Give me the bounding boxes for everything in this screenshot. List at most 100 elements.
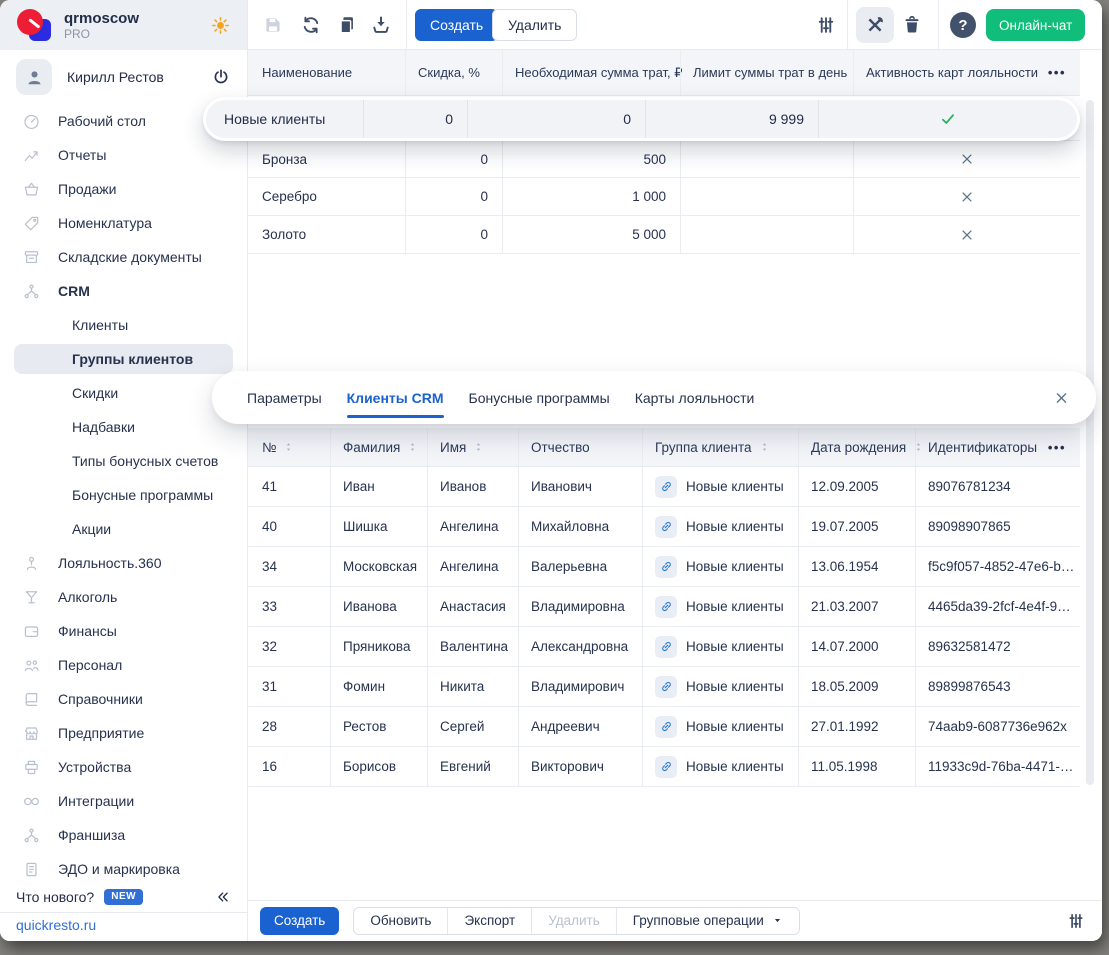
tab-0[interactable]: Параметры	[247, 371, 322, 424]
client-cell-lastname: Иван	[330, 467, 427, 506]
group-row[interactable]: Золото05 000	[248, 216, 1080, 254]
delete-group-button[interactable]: Удалить	[492, 9, 577, 41]
download-icon[interactable]	[370, 14, 392, 36]
logout-icon[interactable]	[211, 67, 231, 87]
groups-column-header[interactable]: Наименование	[248, 50, 405, 95]
group-link-button[interactable]	[655, 756, 677, 778]
client-row[interactable]: 28РестовСергейАндреевичНовые клиенты27.0…	[248, 707, 1080, 747]
sidebar-item-8[interactable]: Скидки	[0, 376, 247, 410]
client-cell-num: 16	[248, 747, 330, 786]
collapse-sidebar-icon[interactable]	[215, 889, 231, 905]
client-cell-firstname: Иванов	[427, 467, 518, 506]
group-link-button[interactable]	[655, 676, 677, 698]
client-row[interactable]: 33ИвановаАнастасияВладимировнаНовые клие…	[248, 587, 1080, 627]
group-row[interactable]: Серебро01 000	[248, 178, 1080, 216]
sidebar-item-12[interactable]: Акции	[0, 512, 247, 546]
clients-column-header[interactable]: Отчество	[518, 428, 642, 466]
selected-group-row[interactable]: Новые клиенты009 999	[203, 97, 1080, 141]
copy-icon[interactable]	[336, 14, 358, 36]
detail-tabbar: Параметры Клиенты CRM Бонусные программы Ка…	[212, 371, 1096, 424]
scrollbar-thumb[interactable]	[1086, 100, 1094, 785]
client-row[interactable]: 16БорисовЕвгенийВикторовичНовые клиенты1…	[248, 747, 1080, 787]
sidebar-item-17[interactable]: Справочники	[0, 682, 247, 716]
clients-column-header[interactable]: Фамилия	[330, 428, 427, 466]
client-row[interactable]: 34МосковскаяАнгелинаВалерьевнаНовые клие…	[248, 547, 1080, 587]
client-cell-value: 12.09.2005	[811, 479, 879, 494]
group-cell: Бронза	[248, 141, 405, 177]
clients-column-header[interactable]: №	[248, 428, 330, 466]
sidebar-item-20[interactable]: Интеграции	[0, 784, 247, 818]
clients-column-header[interactable]: Дата рождения	[798, 428, 915, 466]
sidebar-item-7[interactable]: Группы клиентов	[0, 342, 247, 376]
export-button[interactable]: Экспорт	[447, 908, 531, 934]
sidebar-item-3[interactable]: Номенклатура	[0, 206, 247, 240]
sidebar-item-14[interactable]: Алкоголь	[0, 580, 247, 614]
tab-2[interactable]: Бонусные программы	[469, 371, 610, 424]
sidebar-item-10[interactable]: Типы бонусных счетов	[0, 444, 247, 478]
sidebar-item-11[interactable]: Бонусные программы	[0, 478, 247, 512]
client-cell-lastname: Иванова	[330, 587, 427, 626]
sidebar-item-19[interactable]: Устройства	[0, 750, 247, 784]
sidebar-item-13[interactable]: Лояльность.360	[0, 546, 247, 580]
display-settings-icon[interactable]	[815, 14, 837, 36]
refresh-button[interactable]: Обновить	[354, 908, 447, 934]
client-row[interactable]: 31ФоминНикитаВладимировичНовые клиенты18…	[248, 667, 1080, 707]
groups-column-header[interactable]: Активность карт лояльности•••	[853, 50, 1080, 95]
create-client-button[interactable]: Создать	[260, 907, 339, 935]
top-toolbar: Создать Удалить ? Онлайн-чат	[248, 0, 1102, 50]
sidebar-item-2[interactable]: Продажи	[0, 172, 247, 206]
site-link[interactable]: quickresto.ru	[16, 917, 96, 933]
franchise-icon	[22, 826, 41, 845]
group-link-button[interactable]	[655, 556, 677, 578]
close-panel-icon[interactable]	[1053, 389, 1070, 406]
group-cell	[853, 178, 1080, 215]
column-settings-button[interactable]: •••	[1040, 440, 1066, 455]
clients-column-header[interactable]: Имя	[427, 428, 518, 466]
column-label: Наименование	[262, 65, 352, 80]
tools-button[interactable]	[856, 7, 894, 43]
group-link-button[interactable]	[655, 636, 677, 658]
group-link-button[interactable]	[655, 516, 677, 538]
theme-toggle-icon[interactable]	[210, 15, 231, 36]
help-button[interactable]: ?	[950, 12, 976, 38]
client-row[interactable]: 40ШишкаАнгелинаМихайловнаНовые клиенты19…	[248, 507, 1080, 547]
group-row[interactable]: Бронза0500	[248, 140, 1080, 178]
groups-column-header[interactable]: Скидка, %	[405, 50, 502, 95]
sidebar-item-21[interactable]: Франшиза	[0, 818, 247, 852]
sidebar-item-1[interactable]: Отчеты	[0, 138, 247, 172]
column-settings-button[interactable]: •••	[1040, 65, 1066, 80]
sidebar-item-5[interactable]: CRM	[0, 274, 247, 308]
save-icon[interactable]	[262, 14, 284, 36]
groups-column-header[interactable]: Лимит суммы трат в день	[680, 50, 853, 95]
clients-column-header[interactable]: Группа клиента	[642, 428, 798, 466]
tab-1[interactable]: Клиенты CRM	[347, 371, 444, 424]
whats-new-link[interactable]: Что нового?	[16, 889, 94, 905]
group-link-button[interactable]	[655, 596, 677, 618]
client-cell-value: Никита	[440, 679, 484, 694]
delete-client-button[interactable]: Удалить	[531, 908, 616, 934]
cross-icon	[958, 150, 976, 168]
group-link-button[interactable]	[655, 476, 677, 498]
group-cell-value: Бронза	[262, 152, 307, 167]
sidebar-item-4[interactable]: Складские документы	[0, 240, 247, 274]
sidebar-item-18[interactable]: Предприятие	[0, 716, 247, 750]
sidebar-item-9[interactable]: Надбавки	[0, 410, 247, 444]
group-link-button[interactable]	[655, 716, 677, 738]
client-row[interactable]: 41ИванИвановИвановичНовые клиенты12.09.2…	[248, 467, 1080, 507]
trash-icon[interactable]	[901, 14, 923, 36]
create-group-button[interactable]: Создать	[415, 9, 498, 41]
sidebar-item-15[interactable]: Финансы	[0, 614, 247, 648]
client-cell-group: Новые клиенты	[642, 587, 798, 626]
clients-column-header[interactable]: Идентификаторы•••	[915, 428, 1080, 466]
sidebar-item-22[interactable]: ЭДО и маркировка	[0, 852, 247, 886]
column-label: Дата рождения	[811, 440, 906, 455]
online-chat-button[interactable]: Онлайн-чат	[986, 9, 1085, 41]
client-row[interactable]: 32ПряниковаВалентинаАлександровнаНовые к…	[248, 627, 1080, 667]
tab-3[interactable]: Карты лояльности	[635, 371, 755, 424]
sidebar-item-6[interactable]: Клиенты	[0, 308, 247, 342]
display-settings-icon[interactable]	[1066, 911, 1086, 931]
group-operations-button[interactable]: Групповые операции	[616, 908, 799, 934]
refresh-icon[interactable]	[300, 14, 322, 36]
groups-column-header[interactable]: Необходимая сумма трат, ₽	[502, 50, 680, 95]
sidebar-item-16[interactable]: Персонал	[0, 648, 247, 682]
